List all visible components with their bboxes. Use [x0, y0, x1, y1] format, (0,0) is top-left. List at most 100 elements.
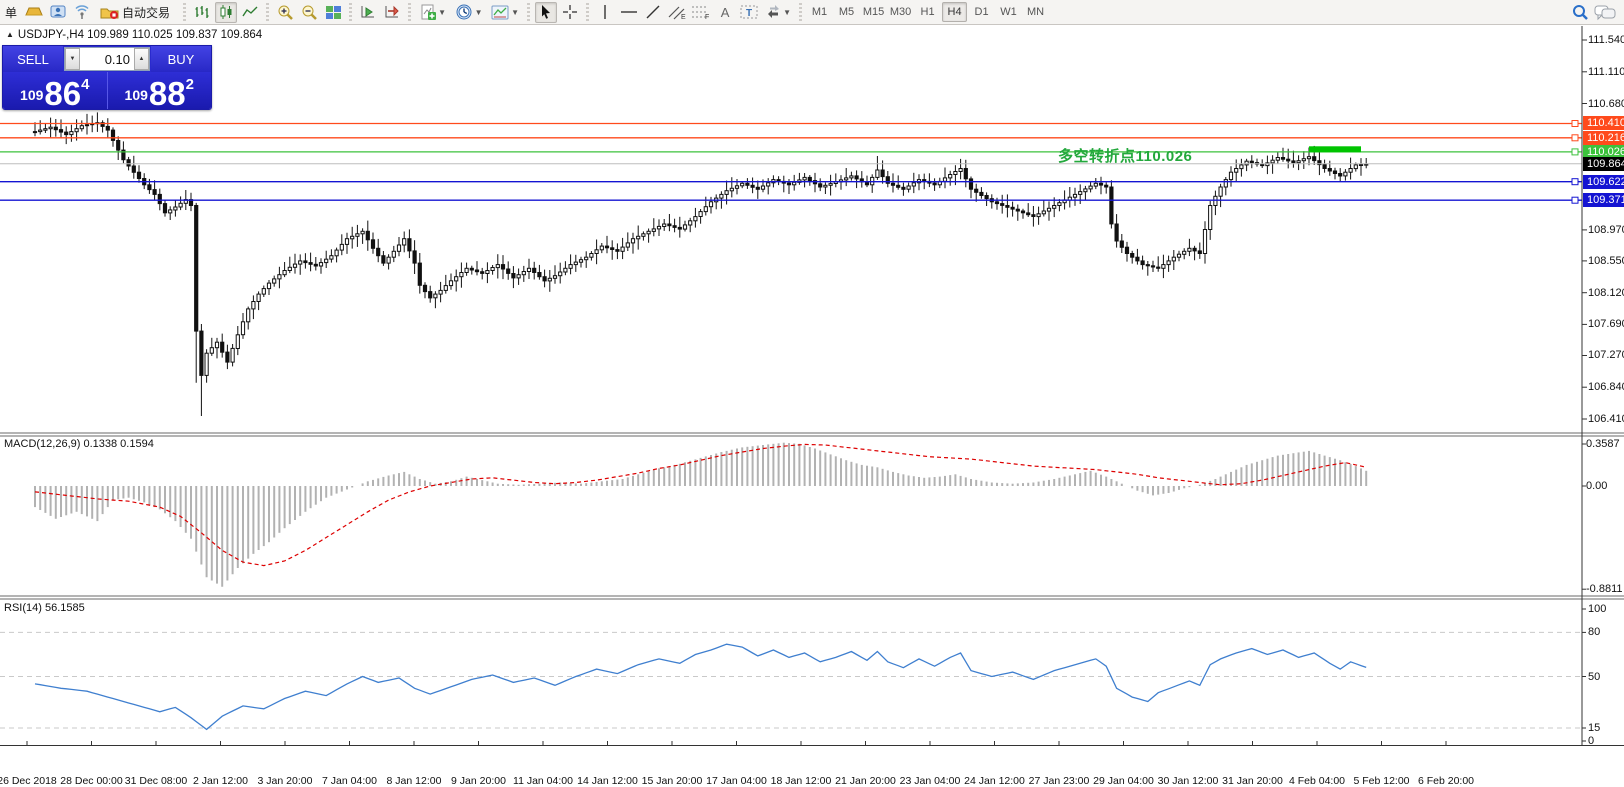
- hline-handle[interactable]: [1572, 135, 1578, 141]
- fibonacci-icon[interactable]: F: [690, 2, 712, 23]
- timeframe-mn[interactable]: MN: [1023, 2, 1048, 22]
- toolbar-grip: [797, 3, 804, 21]
- candlestick-chart-icon[interactable]: [215, 2, 237, 23]
- periods-button[interactable]: ▼: [452, 2, 486, 23]
- buy-price[interactable]: 109882: [108, 72, 212, 109]
- price-tick-label: 106.410: [1588, 413, 1624, 425]
- time-label: 31 Dec 08:00: [125, 775, 187, 787]
- hline-handle[interactable]: [1572, 149, 1578, 155]
- trendline-icon[interactable]: [642, 2, 664, 23]
- timeframe-h1[interactable]: H1: [915, 2, 940, 22]
- bar-chart-icon[interactable]: [191, 2, 213, 23]
- volume-decrease-button[interactable]: ▼: [65, 48, 80, 70]
- line-chart-icon[interactable]: [239, 2, 261, 23]
- tile-windows-icon[interactable]: [322, 2, 344, 23]
- sell-button[interactable]: SELL: [3, 46, 63, 72]
- rsi-tick-label: 0: [1588, 735, 1594, 747]
- autotrading-icon: [100, 5, 119, 20]
- equidistant-channel-icon[interactable]: E: [666, 2, 688, 23]
- toolbar-grip: [264, 3, 271, 21]
- timeframe-m30[interactable]: M30: [888, 2, 913, 22]
- price-tick-label: 108.120: [1588, 287, 1624, 299]
- time-label: 28 Dec 00:00: [60, 775, 122, 787]
- price-tick-label: 108.550: [1588, 255, 1624, 267]
- rsi-tick-label: 50: [1588, 671, 1600, 683]
- collapse-panel-icon[interactable]: ▲: [6, 30, 14, 39]
- zoom-out-icon[interactable]: [298, 2, 320, 23]
- price-tick-label: 106.840: [1588, 381, 1624, 393]
- hline-handle[interactable]: [1572, 179, 1578, 185]
- chevron-down-icon: ▼: [783, 8, 791, 17]
- time-label: 3 Jan 20:00: [258, 775, 313, 787]
- timeframe-m5[interactable]: M5: [834, 2, 859, 22]
- mt4-window: 单 自动交易 ▼ ▼ ▼ E F A T ▼ M1M: [0, 0, 1624, 768]
- timeframe-m1[interactable]: M1: [807, 2, 832, 22]
- time-label: 18 Jan 12:00: [771, 775, 832, 787]
- price-tick-label: 107.690: [1588, 318, 1624, 330]
- price-tick-label: 111.540: [1588, 34, 1624, 46]
- toolbar-grip: [181, 3, 188, 21]
- time-label: 21 Jan 20:00: [835, 775, 896, 787]
- new-order-partial-button[interactable]: 单: [1, 2, 21, 23]
- time-label: 11 Jan 04:00: [513, 775, 573, 787]
- auto-scroll-icon[interactable]: [357, 2, 379, 23]
- timeframe-group: M1M5M15M30H1H4D1W1MN: [806, 2, 1049, 22]
- hline-handle[interactable]: [1572, 121, 1578, 127]
- volume-stepper: ▼ ▲: [64, 47, 150, 71]
- text-icon[interactable]: A: [714, 2, 736, 23]
- cursor-icon[interactable]: [535, 2, 557, 23]
- autotrading-button[interactable]: 自动交易: [95, 2, 178, 23]
- vertical-line-icon[interactable]: [594, 2, 616, 23]
- highlight-trend-segment[interactable]: [1309, 146, 1361, 152]
- community-icon[interactable]: [47, 2, 69, 23]
- text-label-icon[interactable]: T: [738, 2, 760, 23]
- chevron-down-icon: ▼: [511, 8, 519, 17]
- timeframe-d1[interactable]: D1: [969, 2, 994, 22]
- rsi-tick-label: 15: [1588, 722, 1600, 734]
- timeframe-m15[interactable]: M15: [861, 2, 886, 22]
- autotrading-label: 自动交易: [119, 4, 173, 21]
- time-label: 2 Jan 12:00: [193, 775, 248, 787]
- price-tick-label: 107.270: [1588, 349, 1624, 361]
- fibo-f-glyph: F: [705, 14, 709, 20]
- toolbar-grip: [347, 3, 354, 21]
- chart-shift-icon[interactable]: [381, 2, 403, 23]
- buy-button[interactable]: BUY: [151, 46, 211, 72]
- time-label: 30 Jan 12:00: [1158, 775, 1219, 787]
- chart-text-annotation[interactable]: 多空转折点110.026: [1058, 145, 1192, 166]
- horizontal-line-icon[interactable]: [618, 2, 640, 23]
- timeframe-h4[interactable]: H4: [942, 2, 967, 22]
- macd-indicator-label: MACD(12,26,9) 0.1338 0.1594: [4, 438, 154, 450]
- volume-increase-button[interactable]: ▲: [134, 48, 149, 70]
- arrows-icon[interactable]: ▼: [762, 2, 794, 23]
- macd-tick-label: -0.8811: [1586, 583, 1623, 595]
- rsi-pane: [0, 632, 1582, 729]
- price-tick-label: 111.110: [1588, 66, 1624, 78]
- indicators-button[interactable]: ▼: [416, 2, 450, 23]
- chat-icon[interactable]: [1593, 2, 1617, 23]
- symbol-info: ▲USDJPY-,H4 109.989 110.025 109.837 109.…: [6, 29, 262, 41]
- time-label: 15 Jan 20:00: [642, 775, 703, 787]
- time-label: 4 Feb 04:00: [1289, 775, 1345, 787]
- volume-input[interactable]: [80, 48, 134, 70]
- signals-icon[interactable]: [71, 2, 93, 23]
- chart-area[interactable]: ▲USDJPY-,H4 109.989 110.025 109.837 109.…: [0, 25, 1624, 768]
- time-label: 31 Jan 20:00: [1222, 775, 1283, 787]
- hline-handle[interactable]: [1572, 197, 1578, 203]
- time-label: 6 Feb 20:00: [1418, 775, 1474, 787]
- price-tick-label: 108.970: [1588, 224, 1624, 236]
- gold-ingot-icon[interactable]: [23, 2, 45, 23]
- timeframe-w1[interactable]: W1: [996, 2, 1021, 22]
- templates-button[interactable]: ▼: [488, 2, 522, 23]
- time-label: 27 Jan 23:00: [1029, 775, 1090, 787]
- zoom-in-icon[interactable]: [274, 2, 296, 23]
- price-tick-label: 110.680: [1588, 98, 1624, 110]
- chart-canvas: [0, 25, 1624, 768]
- rsi-indicator-label: RSI(14) 56.1585: [4, 602, 85, 614]
- search-icon[interactable]: [1569, 2, 1591, 23]
- price-tag-109.371: 109.371: [1583, 193, 1624, 207]
- sell-price[interactable]: 109864: [3, 72, 107, 109]
- chevron-down-icon: ▼: [438, 8, 446, 17]
- toolbar-grip: [584, 3, 591, 21]
- crosshair-icon[interactable]: [559, 2, 581, 23]
